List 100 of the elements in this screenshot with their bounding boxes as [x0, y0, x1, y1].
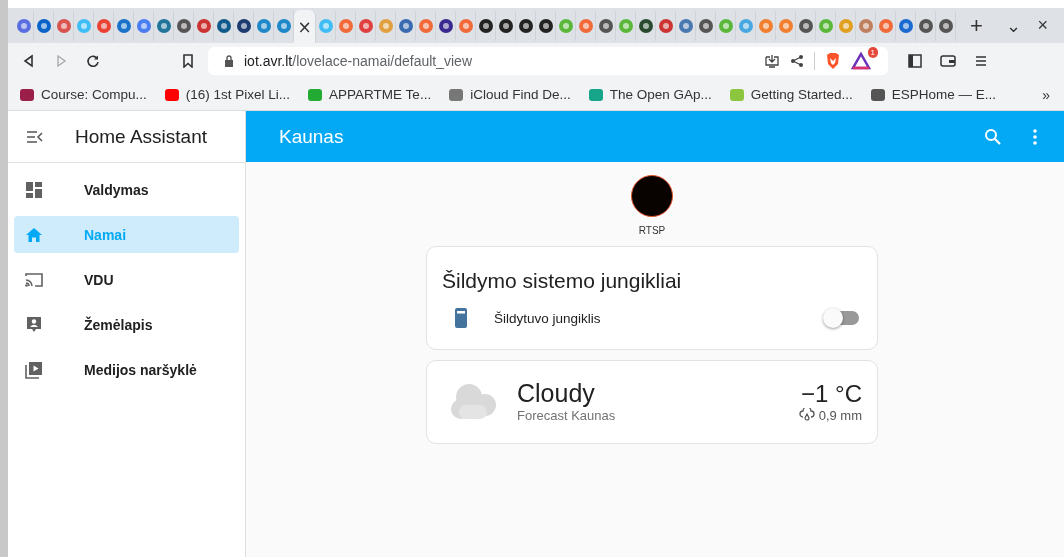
favicon-icon [937, 17, 954, 34]
new-tab-button[interactable]: + [970, 12, 983, 39]
favicon-icon [397, 17, 414, 34]
sidebar-item[interactable]: VDU [14, 261, 239, 298]
bookmark-link[interactable]: iCloud Find De... [449, 87, 571, 102]
favicon-icon [857, 17, 874, 34]
browser-tab[interactable] [796, 10, 816, 41]
install-icon[interactable] [764, 54, 780, 68]
cast-icon [24, 270, 44, 289]
triangle-icon [851, 52, 871, 70]
share-icon[interactable] [790, 54, 804, 68]
browser-tab[interactable] [636, 10, 656, 41]
favicon-icon [95, 17, 112, 34]
precipitation: 0,9 mm [818, 407, 862, 423]
lion-shield-icon[interactable] [825, 52, 841, 70]
url-text: iot.avr.lt/lovelace-namai/default_view [244, 53, 472, 69]
heater-icon [454, 307, 468, 329]
favicon-icon [275, 17, 292, 34]
rain-cloud-icon [798, 408, 815, 422]
favicon-icon [537, 17, 554, 34]
browser-tab[interactable]: × [294, 10, 316, 43]
favicon-icon [417, 17, 434, 34]
favicon-icon [35, 17, 52, 34]
bookmark-link[interactable]: Course: Compu... [20, 87, 147, 102]
favicon-icon [195, 17, 212, 34]
browser-tab[interactable] [936, 10, 956, 41]
browser-tab[interactable] [436, 10, 456, 41]
entity-name: Šildytuvo jungiklis [494, 310, 601, 326]
browser-tab[interactable] [596, 10, 616, 41]
menu-collapse-icon[interactable] [26, 129, 44, 144]
favicon-icon [75, 17, 92, 34]
favicon-icon [55, 17, 72, 34]
card-title: Šildymo sistemo jungikliai [441, 268, 683, 294]
favicon-icon [817, 17, 834, 34]
home-icon [24, 225, 44, 244]
reload-icon[interactable] [86, 54, 100, 68]
favicon-icon [877, 17, 894, 34]
camera-badge[interactable] [631, 175, 673, 217]
tab-list-button[interactable]: ⌄ [1006, 14, 1022, 37]
wallet-icon[interactable] [940, 54, 956, 68]
rewards-button[interactable]: 1 [851, 47, 878, 70]
browser-tab[interactable] [696, 10, 716, 41]
browser-tab[interactable] [496, 10, 516, 41]
favicon-icon [917, 17, 934, 34]
favicon-icon [155, 17, 172, 34]
favicon-icon [597, 17, 614, 34]
app-title: Home Assistant [75, 125, 207, 148]
favicon-icon [757, 17, 774, 34]
weather-card[interactable]: Cloudy Forecast Kaunas −1 °C 0,9 mm [426, 360, 878, 444]
favicon-icon [477, 17, 494, 34]
favicon-icon [497, 17, 514, 34]
favicon-icon [677, 17, 694, 34]
browser-tab[interactable] [174, 10, 194, 41]
temperature: −1 °C [801, 379, 862, 408]
bookmark-link[interactable]: APPARTME Te... [308, 87, 432, 102]
sidebar-item[interactable]: Žemėlapis [14, 306, 239, 343]
favicon-icon [235, 17, 252, 34]
bookmark-link[interactable]: ESPHome — E... [870, 87, 997, 102]
badge-label: RTSP [638, 225, 666, 236]
menu-icon[interactable] [974, 54, 988, 68]
favicon-icon [777, 17, 794, 34]
browser-tab[interactable] [234, 10, 254, 41]
forecast-name: Forecast Kaunas [517, 408, 616, 423]
more-bookmarks-button[interactable]: » [1042, 86, 1050, 103]
address-bar[interactable]: iot.avr.lt/lovelace-namai/default_view 1 [208, 47, 888, 75]
favicon-icon [897, 17, 914, 34]
favicon-icon [357, 17, 374, 34]
browser-tab[interactable] [916, 10, 936, 41]
sidebar-toggle-icon[interactable] [908, 54, 922, 68]
browser-tab[interactable] [516, 10, 536, 41]
browser-tab[interactable] [536, 10, 556, 41]
favicon-icon [717, 17, 734, 34]
lock-icon [224, 55, 234, 67]
person-pin-icon [24, 315, 44, 334]
bookmark-icon[interactable] [182, 54, 194, 68]
favicon-icon [557, 17, 574, 34]
favicon-icon [215, 17, 232, 34]
forward-icon[interactable] [54, 54, 68, 68]
sidebar-item[interactable]: Valdymas [14, 171, 239, 208]
media-icon [24, 360, 44, 379]
bookmark-link[interactable]: The Open GAp... [588, 87, 712, 102]
favicon-icon [577, 17, 594, 34]
bookmark-link[interactable]: (16) 1st Pixel Li... [164, 87, 291, 102]
sidebar-item[interactable]: Medijos naršyklė [14, 351, 239, 388]
back-icon[interactable] [22, 54, 36, 68]
favicon-icon [135, 17, 152, 34]
weather-condition: Cloudy [517, 379, 596, 408]
favicon-icon [637, 17, 654, 34]
more-options-icon[interactable] [1032, 127, 1038, 146]
favicon-icon [377, 17, 394, 34]
favicon-icon [317, 17, 334, 34]
favicon-icon [697, 17, 714, 34]
bookmark-link[interactable]: Getting Started... [729, 87, 853, 102]
browser-tab[interactable] [476, 10, 496, 41]
favicon-icon [437, 17, 454, 34]
browser-tab[interactable] [214, 10, 234, 41]
favicon-icon [837, 17, 854, 34]
dashboard-icon [24, 180, 44, 199]
search-icon[interactable] [984, 127, 1002, 146]
close-window-button[interactable]: × [1037, 15, 1048, 36]
